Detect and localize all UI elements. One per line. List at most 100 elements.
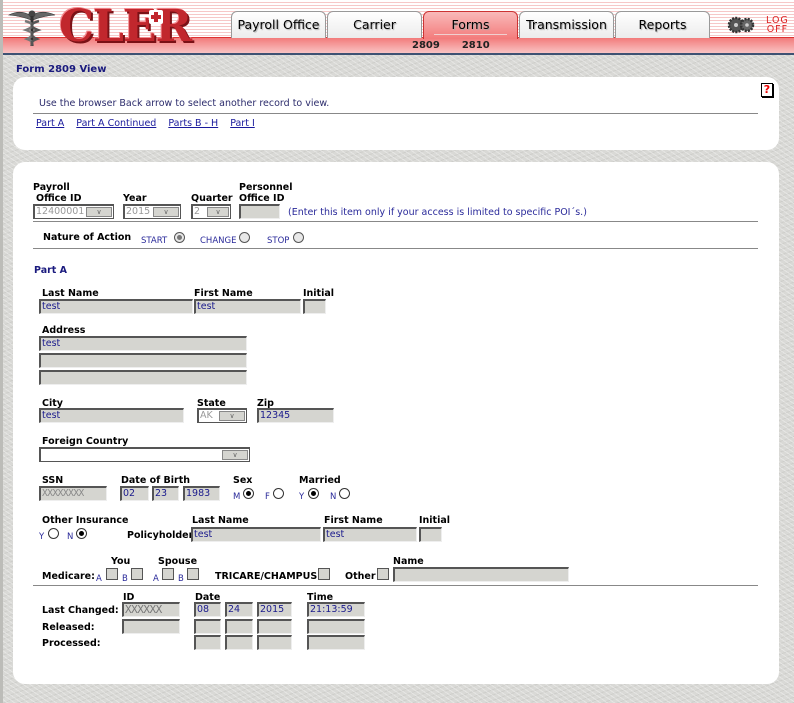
year-select[interactable]: 2015 ∨ (123, 204, 181, 219)
you-label: You (111, 556, 131, 567)
first-name-input[interactable]: test (194, 299, 301, 314)
payroll-office-select[interactable]: 12400001 ∨ (33, 204, 114, 219)
other-checkbox[interactable] (377, 568, 389, 580)
chevron-down-icon: ∨ (222, 450, 248, 460)
city-input[interactable]: test (39, 408, 184, 423)
label-line: Payroll (33, 182, 70, 193)
section-links: Part A Part A Continued Parts B - H Part… (36, 118, 255, 129)
sex-m-radio[interactable] (243, 488, 254, 499)
other-insurance-n-radio[interactable] (76, 528, 87, 539)
logoff-line2: OFF (766, 24, 789, 35)
tab-forms-label: Forms (451, 17, 490, 32)
medicare-spouse-a-checkbox[interactable] (162, 568, 174, 580)
medicare-spouse-b-checkbox[interactable] (187, 568, 199, 580)
other-insurance-y-radio[interactable] (48, 528, 59, 539)
ph-initial-label: Initial (419, 515, 451, 526)
subtab-2809[interactable]: 2809 (412, 40, 440, 51)
released-day (225, 619, 253, 634)
chevron-down-icon: ∨ (207, 207, 229, 217)
ph-last-name-input[interactable]: test (191, 527, 321, 542)
help-icon[interactable]: ? (761, 83, 773, 97)
foreign-country-select[interactable]: ∨ (39, 447, 250, 462)
link-part-i[interactable]: Part I (230, 118, 255, 129)
last-changed-id: XXXXXX (122, 602, 180, 617)
instructions-text: Use the browser Back arrow to select ano… (39, 98, 330, 109)
spouse-label: Spouse (158, 556, 198, 567)
state-select[interactable]: AK ∨ (197, 408, 247, 423)
change-radio[interactable] (239, 232, 250, 243)
quarter-label: Quarter (191, 193, 233, 204)
dob-year-input[interactable]: 1983 (183, 486, 220, 501)
app-header: CLER Payroll Office Carrier Forms Transm… (3, 0, 794, 55)
married-y-radio[interactable] (308, 488, 319, 499)
divider (33, 585, 758, 586)
spouse-a-label: A (153, 574, 159, 584)
subtab-2810[interactable]: 2810 (462, 40, 490, 51)
logo-text: CLER (59, 1, 192, 52)
payroll-office-label: Payroll Office ID (33, 182, 81, 204)
processed-label: Processed: (42, 638, 101, 649)
zip-input[interactable]: 12345 (257, 408, 334, 423)
personnel-office-input[interactable] (239, 204, 280, 219)
released-id (122, 619, 180, 634)
other-insurance-label: Other Insurance (42, 515, 129, 526)
tab-underline (434, 34, 507, 35)
oi-y-label: Y (39, 532, 45, 542)
medicare-you-a-checkbox[interactable] (106, 568, 118, 580)
start-radio[interactable] (174, 232, 185, 243)
link-part-a[interactable]: Part A (36, 118, 64, 129)
stop-radio[interactable] (293, 232, 304, 243)
ssn-input[interactable]: XXXXXXXX (39, 486, 107, 501)
name-label: Name (393, 556, 424, 567)
ph-first-name-input[interactable]: test (323, 527, 417, 542)
logoff-link[interactable]: LOG OFF (766, 16, 789, 35)
divider (33, 113, 758, 114)
page-title: Form 2809 View (16, 64, 107, 75)
tab-forms[interactable]: Forms (423, 11, 518, 39)
chevron-down-icon: ∨ (86, 207, 112, 217)
divider (33, 248, 758, 249)
tab-reports[interactable]: Reports (615, 11, 710, 38)
married-n-radio[interactable] (339, 488, 350, 499)
select-value: AK (200, 410, 213, 421)
start-label: START (141, 236, 168, 246)
other-name-input[interactable] (393, 567, 569, 582)
address-line-2[interactable] (39, 353, 247, 368)
foreign-country-label: Foreign Country (42, 436, 129, 447)
part-a-heading: Part A (34, 265, 68, 276)
ph-last-name-label: Last Name (192, 515, 249, 526)
released-time (307, 619, 365, 634)
married-n-label: N (330, 492, 337, 502)
medicare-you-b-checkbox[interactable] (131, 568, 143, 580)
initial-input[interactable] (303, 299, 326, 314)
released-year (257, 619, 292, 634)
other-label: Other (345, 571, 376, 582)
quarter-select[interactable]: 2 ∨ (191, 204, 231, 219)
tricare-checkbox[interactable] (318, 568, 330, 580)
last-name-input[interactable]: test (39, 299, 193, 314)
sex-f-radio[interactable] (273, 488, 284, 499)
dob-month-input[interactable]: 02 (120, 486, 149, 501)
last-changed-month: 08 (194, 602, 221, 617)
you-b-label: B (122, 574, 128, 584)
tricare-label: TRICARE/CHAMPUS (215, 571, 318, 582)
nature-of-action-label: Nature of Action (43, 232, 132, 243)
address-line-3[interactable] (39, 370, 247, 385)
first-name-label: First Name (194, 288, 253, 299)
married-label: Married (299, 475, 341, 486)
tab-carrier[interactable]: Carrier (327, 11, 422, 38)
address-line-1[interactable]: test (39, 336, 247, 351)
cler-logo: CLER (7, 1, 192, 52)
processed-time (307, 635, 365, 650)
dob-day-input[interactable]: 23 (152, 486, 179, 501)
tab-transmission[interactable]: Transmission (519, 11, 614, 38)
year-label: Year (123, 193, 147, 204)
link-part-a-continued[interactable]: Part A Continued (76, 118, 156, 129)
ph-initial-input[interactable] (419, 527, 442, 542)
chevron-down-icon: ∨ (153, 207, 179, 217)
married-y-label: Y (299, 492, 305, 502)
tab-payroll-office[interactable]: Payroll Office (231, 11, 326, 38)
gears-icon[interactable] (727, 16, 755, 34)
link-parts-b-h[interactable]: Parts B - H (168, 118, 218, 129)
caduceus-icon (7, 10, 56, 46)
